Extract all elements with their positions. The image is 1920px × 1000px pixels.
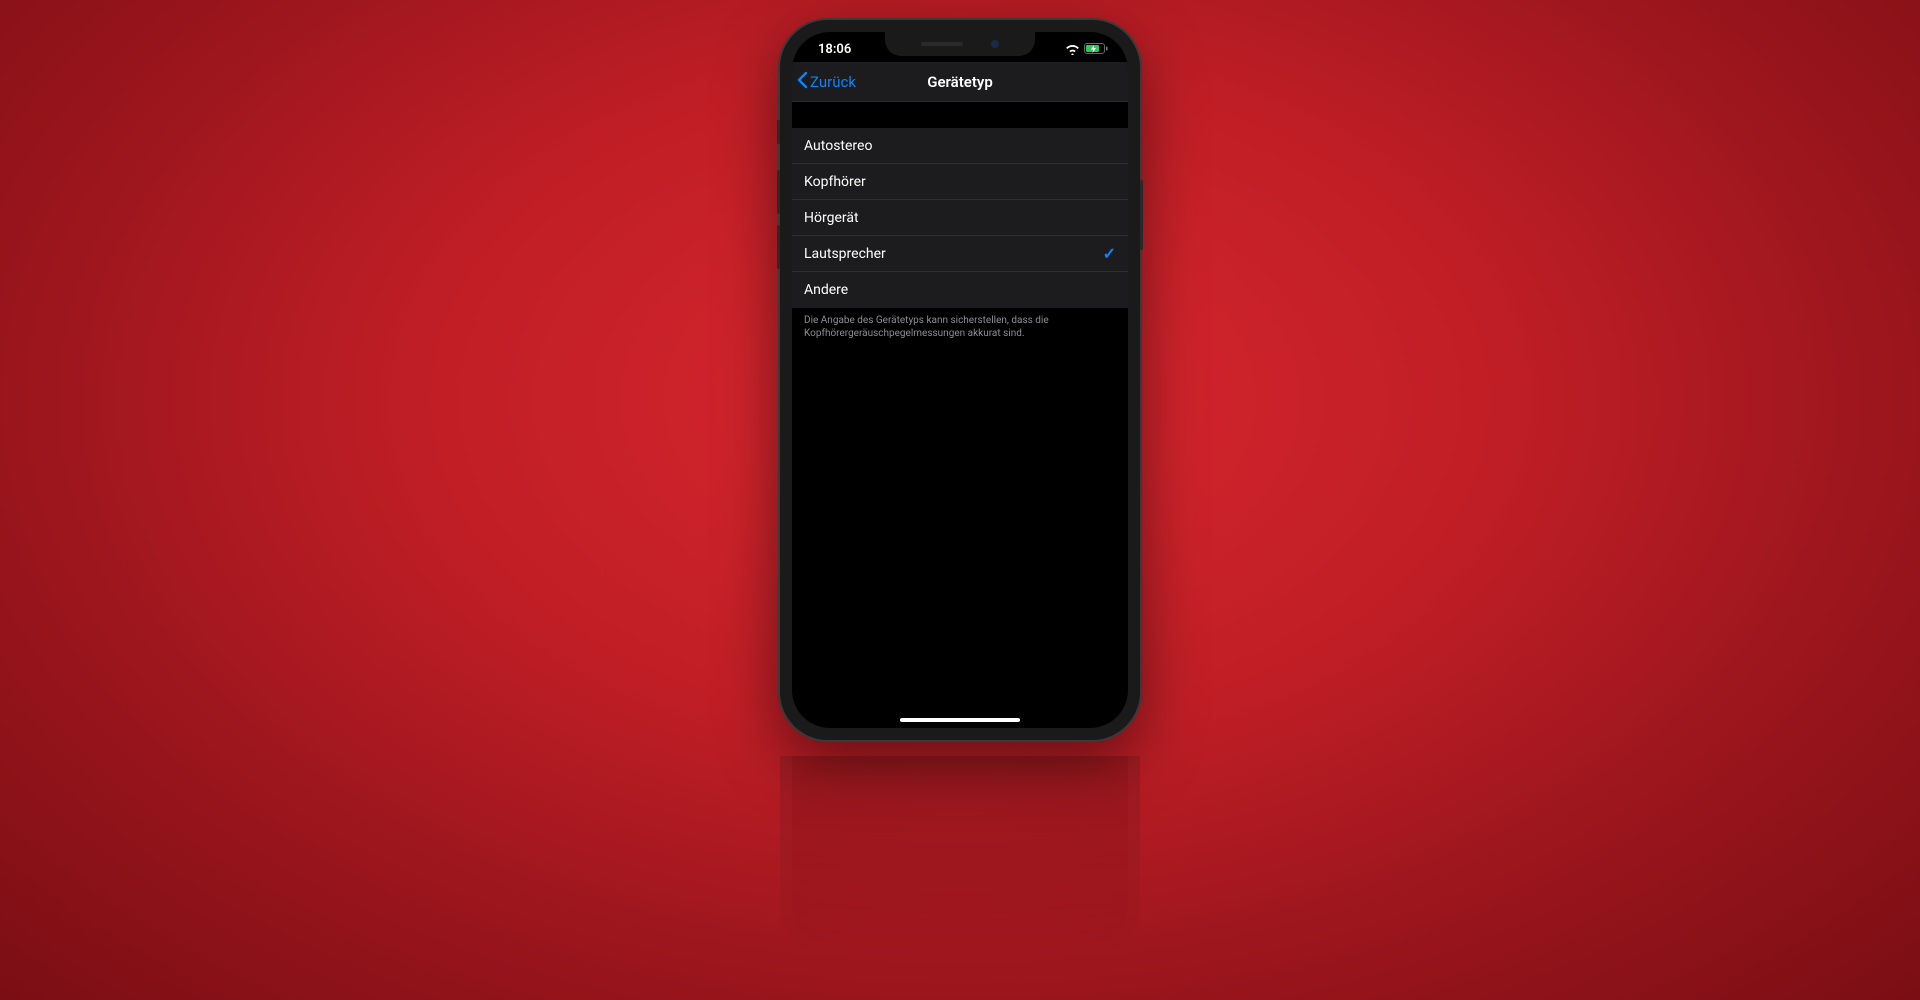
front-camera [991,40,999,48]
section-spacer [792,102,1128,128]
volume-up-button [777,170,780,214]
option-hoergeraet[interactable]: Hörgerät [792,200,1128,236]
volume-down-button [777,225,780,269]
silence-switch [777,120,780,144]
option-autostereo[interactable]: Autostereo [792,128,1128,164]
notch [885,32,1035,56]
option-lautsprecher[interactable]: Lautsprecher ✓ [792,236,1128,272]
back-label: Zurück [810,73,856,91]
battery-charging-icon [1084,43,1108,55]
phone-frame: 18:06 Zurück Gerätetyp [780,20,1140,740]
device-type-list: Autostereo Kopfhörer Hörgerät Lautsprech… [792,128,1128,308]
back-button[interactable]: Zurück [792,71,856,93]
option-label: Autostereo [804,138,872,154]
status-time: 18:06 [812,42,851,57]
nav-bar: Zurück Gerätetyp [792,62,1128,102]
page-title: Gerätetyp [927,73,993,91]
reflection [780,756,1140,956]
checkmark-icon: ✓ [1103,244,1116,263]
home-indicator[interactable] [900,718,1020,722]
option-andere[interactable]: Andere [792,272,1128,308]
power-button [1140,180,1143,250]
option-label: Lautsprecher [804,246,886,262]
option-label: Kopfhörer [804,174,866,190]
speaker-grille [921,42,963,46]
option-label: Hörgerät [804,210,859,226]
option-label: Andere [804,282,848,298]
chevron-left-icon [796,71,808,93]
option-kopfhoerer[interactable]: Kopfhörer [792,164,1128,200]
content-area: Autostereo Kopfhörer Hörgerät Lautsprech… [792,102,1128,346]
wifi-icon [1065,44,1080,55]
section-footer-text: Die Angabe des Gerätetyps kann sicherste… [792,308,1128,346]
phone-screen: 18:06 Zurück Gerätetyp [792,32,1128,728]
